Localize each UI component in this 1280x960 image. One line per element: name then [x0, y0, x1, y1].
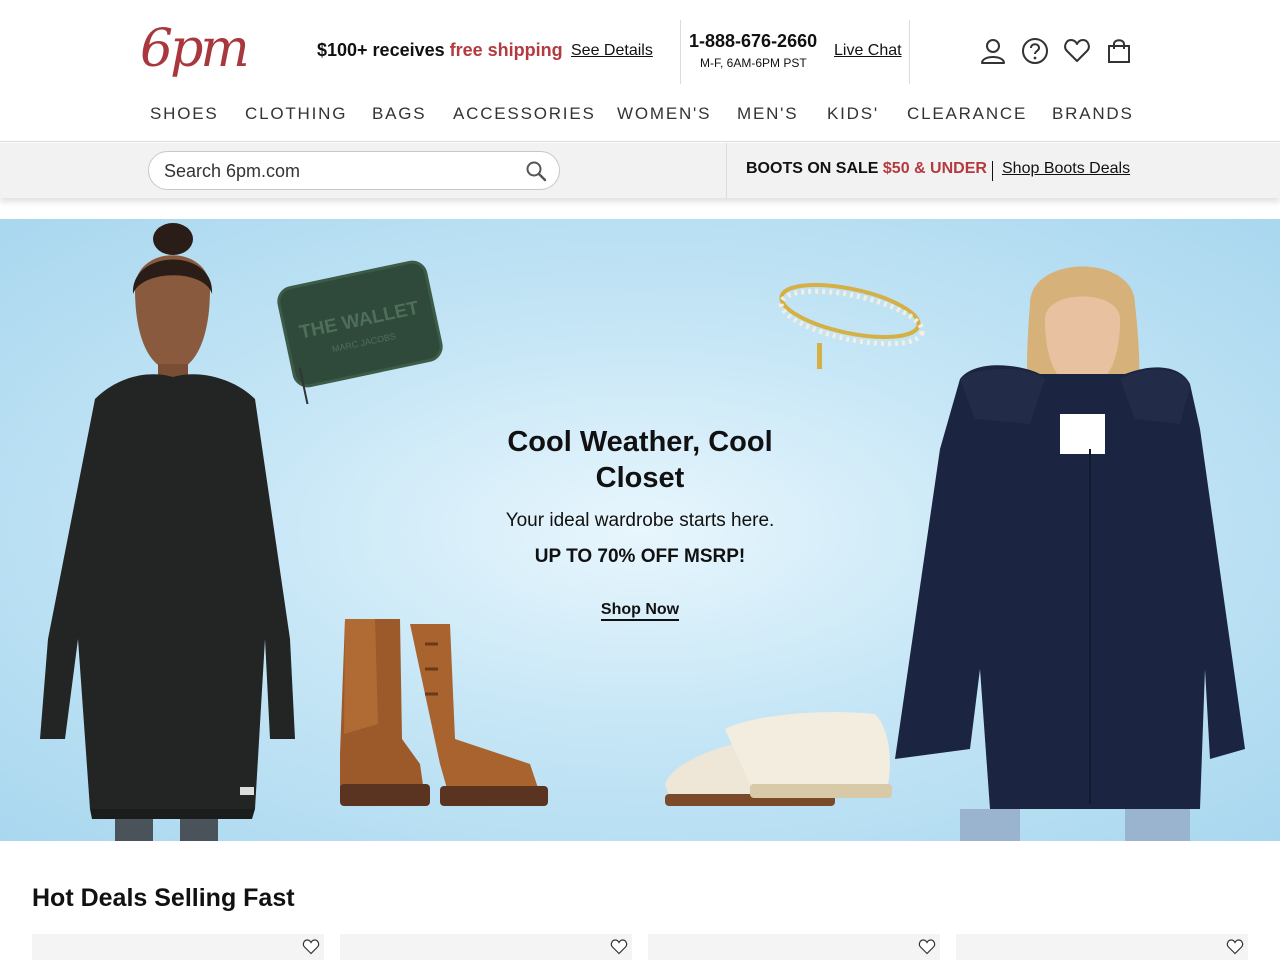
divider — [726, 143, 727, 198]
nav-item-mens[interactable]: MEN'S — [737, 104, 798, 124]
boots-sale-highlight: $50 & UNDER — [882, 160, 987, 177]
site-header: 6pm $100+ receives free shipping See Det… — [0, 0, 1280, 142]
model-dress-image — [40, 223, 295, 841]
shipping-promo: $100+ receives free shipping — [317, 40, 563, 61]
shop-boots-deals-link[interactable]: Shop Boots Deals — [1002, 160, 1130, 178]
product-card[interactable] — [956, 934, 1248, 960]
cart-icon[interactable] — [1104, 36, 1134, 66]
hero-title: Cool Weather, Cool Closet — [507, 426, 773, 494]
wallet-image: THE WALLET MARC JACOBS — [277, 260, 443, 404]
nav-item-shoes[interactable]: SHOES — [150, 104, 219, 124]
search-box — [148, 151, 560, 190]
promo-prefix: $100+ receives — [317, 40, 450, 60]
hero-subtitle: Your ideal wardrobe starts here. — [505, 510, 775, 531]
divider — [992, 161, 993, 181]
divider — [680, 20, 681, 84]
heart-icon[interactable] — [610, 938, 628, 956]
main-nav: SHOES CLOTHING BAGS ACCESSORIES WOMEN'S … — [0, 104, 1280, 126]
logo[interactable]: 6pm — [140, 19, 250, 86]
divider — [909, 20, 910, 84]
boots-image — [340, 619, 548, 806]
live-chat-link[interactable]: Live Chat — [834, 42, 902, 60]
help-icon[interactable] — [1020, 36, 1050, 66]
product-card[interactable] — [32, 934, 324, 960]
search-input[interactable] — [164, 160, 504, 182]
nav-item-kids[interactable]: KIDS' — [827, 104, 879, 124]
product-card[interactable] — [340, 934, 632, 960]
nav-item-accessories[interactable]: ACCESSORIES — [453, 104, 596, 124]
hero-banner[interactable]: THE WALLET MARC JACOBS Cool Weather, Coo… — [0, 219, 1280, 841]
shop-now-button[interactable]: Shop Now — [560, 601, 720, 621]
nav-item-clothing[interactable]: CLOTHING — [245, 104, 347, 124]
heart-icon[interactable] — [302, 938, 320, 956]
sneakers-image — [665, 712, 892, 806]
see-details-link[interactable]: See Details — [571, 42, 653, 60]
hero-offer: UP TO 70% OFF MSRP! — [534, 546, 746, 567]
nav-item-brands[interactable]: BRANDS — [1052, 104, 1134, 124]
heart-icon[interactable] — [918, 938, 936, 956]
logo-text: 6pm — [140, 19, 250, 79]
boots-sale-label: BOOTS ON SALE — [746, 160, 883, 177]
nav-item-bags[interactable]: BAGS — [372, 104, 426, 124]
section-title: Hot Deals Selling Fast — [32, 884, 295, 912]
boots-sale-text: BOOTS ON SALE $50 & UNDER — [746, 160, 987, 178]
search-icon[interactable] — [525, 160, 547, 182]
favorites-icon[interactable] — [1062, 36, 1092, 66]
model-coat-image — [895, 266, 1245, 841]
shop-now-label: Shop Now — [600, 601, 680, 621]
account-icon[interactable] — [978, 36, 1008, 66]
promo-highlight: free shipping — [449, 40, 563, 60]
nav-item-womens[interactable]: WOMEN'S — [617, 104, 711, 124]
product-card[interactable] — [648, 934, 940, 960]
nav-item-clearance[interactable]: CLEARANCE — [907, 104, 1027, 124]
support-hours: M-F, 6AM-6PM PST — [700, 56, 807, 70]
heart-icon[interactable] — [1226, 938, 1244, 956]
phone-number[interactable]: 1-888-676-2660 — [689, 31, 817, 52]
